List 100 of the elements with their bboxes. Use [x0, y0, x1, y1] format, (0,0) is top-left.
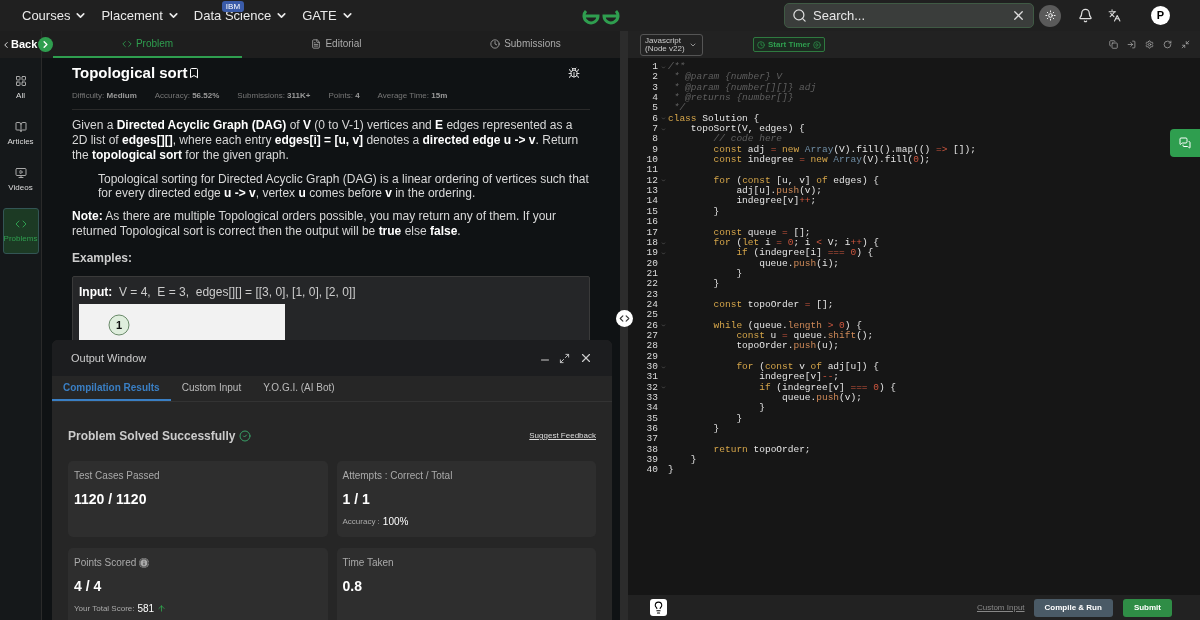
line-number: 14 [645, 196, 658, 207]
line-number: 27 [645, 330, 658, 342]
line-number: 19 [645, 248, 658, 259]
nav-menu[interactable]: GATE [302, 0, 354, 31]
close-icon[interactable] [579, 351, 593, 365]
line-number: 3 [651, 82, 658, 94]
code-line: class Solution { [668, 113, 760, 124]
code-line: */ [672, 103, 686, 114]
sidebar-item[interactable]: Videos [2, 162, 39, 198]
code-line: } [735, 268, 743, 280]
output-tab[interactable]: Custom Input [170, 376, 253, 401]
line-number: 28 [645, 341, 658, 352]
reset-icon[interactable] [1163, 40, 1172, 49]
line-number: 26 [645, 320, 658, 331]
copy-icon[interactable] [1109, 40, 1118, 49]
line-number: 38 [645, 444, 658, 456]
output-tab[interactable]: Y.O.G.I. (AI Bot) [252, 376, 346, 401]
sidebar-item[interactable]: Articles [2, 116, 39, 152]
settings-icon[interactable] [1145, 40, 1154, 49]
tab[interactable]: Submissions [431, 31, 620, 58]
maximize-icon[interactable] [559, 352, 570, 364]
card-footer-value: 100% [382, 515, 409, 529]
card-footer-label: Accuracy : [342, 515, 380, 528]
line-number: 4 [651, 93, 658, 104]
line-number: 37 [645, 434, 658, 445]
code-line: indegree[v]--; [758, 372, 840, 383]
sun-icon [1044, 10, 1056, 21]
line-number: 34 [645, 403, 658, 414]
search-field[interactable]: Search... [813, 5, 1005, 26]
line-number: 2 [651, 72, 658, 83]
fullscreen-icon[interactable] [1181, 40, 1190, 49]
line-number: 20 [645, 258, 658, 269]
close-icon[interactable] [1011, 8, 1026, 23]
translate-icon[interactable] [1108, 9, 1121, 22]
line-number: 32 [645, 382, 658, 393]
line-number: 29 [645, 351, 658, 362]
code-line: return topoOrder; [712, 444, 811, 456]
search-icon [792, 8, 807, 23]
code-line: const u = queue.shift(); [735, 330, 874, 341]
code-line: if (indegree[i] === 0) { [735, 248, 874, 259]
line-number: 23 [645, 289, 658, 300]
code-line: /** [668, 62, 686, 72]
line-number: 30 [645, 361, 658, 373]
line-number: 13 [645, 186, 658, 197]
sidebar-item[interactable]: All [2, 70, 39, 106]
code-line: } [735, 413, 743, 425]
line-number: 24 [645, 299, 658, 311]
code-line: const indegree = new Array(V).fill(0); [712, 155, 931, 166]
problem-meta: Points: 4 [328, 89, 360, 102]
code-line: } [712, 279, 720, 290]
theme-toggle[interactable] [1039, 4, 1061, 27]
compile-run-button[interactable]: Compile & Run [1033, 598, 1113, 617]
line-number: 12 [645, 175, 658, 187]
output-tab[interactable]: Compilation Results [52, 376, 171, 401]
start-timer-button[interactable]: Start Timer [753, 37, 826, 52]
code-line: } [758, 403, 765, 414]
code-line: * @param {number} V [672, 72, 783, 83]
card-footer-label: Your Total Score: [74, 602, 135, 615]
bookmark-icon[interactable] [187, 67, 200, 80]
custom-input-link[interactable]: Custom Input [976, 601, 1025, 614]
nav-menu[interactable]: Placement [101, 0, 180, 31]
nav-menu[interactable]: Courses [22, 0, 88, 31]
code-line: } [712, 424, 720, 435]
lightbulb-icon[interactable] [650, 599, 667, 616]
example-input-text: Input: V = 4, E = 3, edges[][] = [[3, 0], [1, 0], [2, 0]] [79, 283, 357, 301]
nav-menu[interactable]: IBM Data Science [193, 0, 289, 31]
submit-button[interactable]: Submit [1122, 598, 1172, 617]
chat-icon [1179, 137, 1191, 149]
line-number: 11 [645, 165, 658, 176]
code-line: while (queue.length > 0) { [712, 320, 862, 331]
sidebar-item[interactable]: Problems [2, 208, 39, 254]
code-line: adj[u].push(v); [735, 186, 822, 197]
code-line: } [689, 455, 697, 466]
clock-icon [757, 40, 765, 49]
info-icon[interactable] [139, 557, 150, 568]
code-icon [121, 38, 132, 49]
search-bar[interactable]: Search... [784, 3, 1034, 28]
bug-icon[interactable] [568, 67, 580, 80]
code-line: indegree[v]++; [735, 196, 817, 207]
notifications-icon[interactable] [1078, 8, 1093, 23]
language-dropdown[interactable]: Javascript (Node v22) [640, 33, 703, 56]
problem-description: Given a Directed Acyclic Graph (DAG) of V (0 to V-1) vertices and E edges represented as a 2D list of edges[][], where each entry edges[i] = [u, v] denotes a directed edge u -> v. Return the topological sort for the given graph. [72, 117, 580, 163]
grid-icon [14, 74, 27, 87]
line-number: 16 [645, 217, 658, 228]
line-number: 18 [645, 237, 658, 249]
import-icon[interactable] [1127, 40, 1136, 49]
menu-badge: IBM [221, 1, 245, 12]
tab[interactable]: Editorial [242, 31, 431, 58]
chevron-left-icon [1, 39, 11, 50]
feedback-link[interactable]: Suggest Feedback [529, 430, 596, 442]
code-line: for (const [u, v] of edges) { [712, 175, 879, 186]
code-line: const queue = []; [712, 227, 811, 238]
line-number: 39 [645, 455, 658, 466]
line-number: 33 [645, 393, 658, 404]
line-number: 17 [645, 227, 658, 238]
avatar[interactable]: P [1151, 6, 1170, 25]
line-number: 9 [651, 144, 658, 156]
problem-title: Topological sort [72, 63, 188, 83]
card-title: Test Cases Passed [74, 469, 160, 483]
code-line: queue.push(v); [781, 393, 862, 404]
